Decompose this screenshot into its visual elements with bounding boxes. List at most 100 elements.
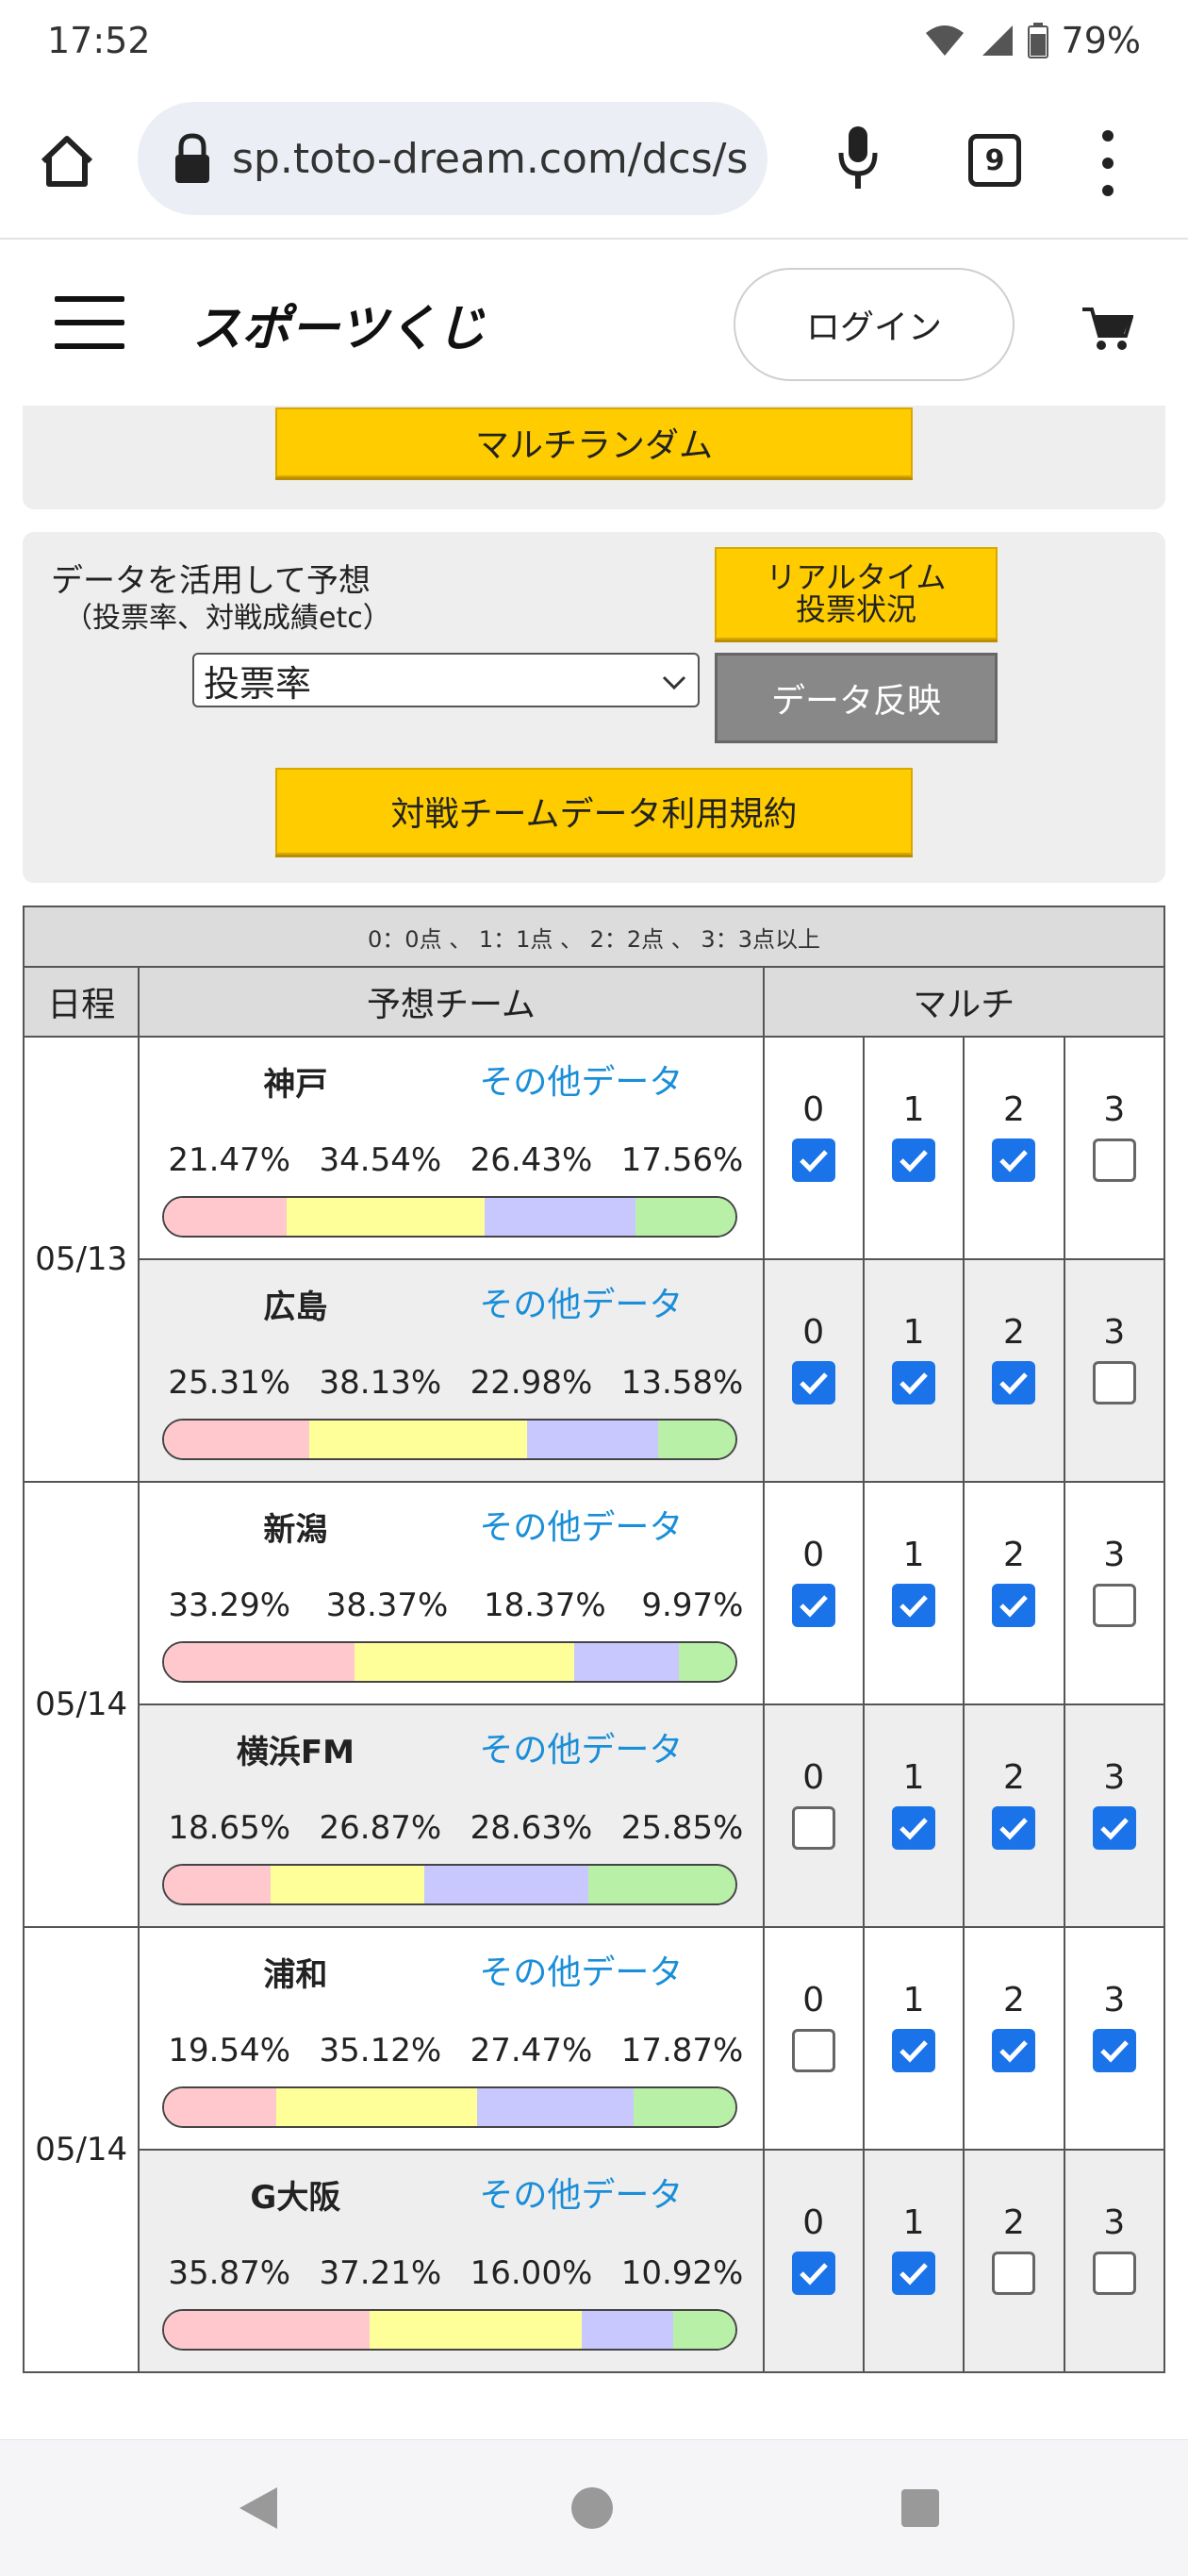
- score-label: 0: [802, 1758, 825, 1797]
- multi-checkbox-1[interactable]: [892, 2029, 936, 2072]
- score-label: 3: [1103, 1313, 1126, 1352]
- vote-percentages: 19.54% 35.12% 27.47% 17.87%: [168, 2032, 743, 2069]
- vote-percent-1: 34.54%: [319, 1141, 442, 1179]
- tab-switcher-button[interactable]: 9: [968, 134, 1021, 187]
- menu-dot-icon: [1102, 158, 1114, 169]
- multi-checkbox-2[interactable]: [992, 2029, 1036, 2072]
- browser-menu-button[interactable]: [1094, 130, 1122, 196]
- login-button[interactable]: ログイン: [734, 268, 1015, 381]
- check-icon: [899, 2263, 928, 2285]
- multi-cell: 2: [963, 1481, 1065, 1705]
- other-data-link[interactable]: その他データ: [479, 1500, 683, 1549]
- multi-checkbox-0[interactable]: [791, 2252, 835, 2295]
- multi-checkbox-1[interactable]: [892, 1584, 936, 1627]
- vote-share-segment-3: [635, 1198, 736, 1236]
- vote-share-segment-0: [164, 1866, 272, 1903]
- multi-checkbox-3[interactable]: [1092, 1361, 1136, 1404]
- team-name: 神戸: [263, 1066, 328, 1104]
- vote-share-segment-1: [355, 1643, 574, 1681]
- other-data-link[interactable]: その他データ: [479, 1277, 683, 1326]
- multi-checkbox-0[interactable]: [791, 1361, 835, 1404]
- home-circle-icon[interactable]: [571, 2487, 613, 2529]
- header-multi: マルチ: [762, 966, 1166, 1038]
- data-reflect-button[interactable]: データ反映: [715, 653, 998, 743]
- check-icon: [999, 1150, 1029, 1172]
- team-name: 新潟: [263, 1511, 328, 1549]
- vote-share-segment-3: [678, 1643, 736, 1681]
- multi-checkbox-2[interactable]: [992, 1138, 1036, 1182]
- back-icon[interactable]: [236, 2485, 279, 2531]
- realtime-status-button[interactable]: リアルタイム 投票状況: [715, 547, 998, 640]
- multi-cell: 0: [762, 1258, 865, 1483]
- other-data-link[interactable]: その他データ: [479, 1055, 683, 1104]
- vote-share-segment-1: [308, 1421, 527, 1458]
- score-label: 0: [802, 1090, 825, 1129]
- multi-random-button[interactable]: マルチランダム: [275, 407, 913, 477]
- home-button[interactable]: [34, 128, 100, 194]
- vote-share-segment-3: [673, 2311, 736, 2349]
- multi-checkbox-2[interactable]: [992, 1806, 1036, 1850]
- other-data-link[interactable]: その他データ: [479, 1945, 683, 1994]
- score-label: 2: [1002, 1536, 1025, 1574]
- recent-apps-icon[interactable]: [901, 2489, 939, 2527]
- multi-checkbox-2[interactable]: [992, 2252, 1036, 2295]
- other-data-link[interactable]: その他データ: [479, 1722, 683, 1771]
- battery-icon: [1027, 23, 1048, 58]
- match-table: 0：0点 、 1：1点 、 2：2点 、 3：3点以上 日程 予想チーム マルチ…: [22, 906, 1166, 2373]
- voice-search-button[interactable]: [830, 125, 886, 200]
- vote-percent-3: 10.92%: [620, 2254, 744, 2292]
- vote-percent-3: 9.97%: [641, 1587, 744, 1624]
- multi-checkbox-3[interactable]: [1092, 1584, 1136, 1627]
- vote-share-segment-3: [634, 2088, 736, 2126]
- multi-checkbox-1[interactable]: [892, 1806, 936, 1850]
- multi-cell: 1: [862, 1926, 965, 2151]
- multi-checkbox-1[interactable]: [892, 2252, 936, 2295]
- score-label: 1: [902, 1758, 925, 1797]
- vote-share-segment-0: [164, 1421, 309, 1458]
- multi-cell: 3: [1063, 1036, 1166, 1260]
- multi-checkbox-3[interactable]: [1092, 2029, 1136, 2072]
- team-name: 広島: [263, 1288, 328, 1326]
- multi-checkbox-3[interactable]: [1092, 1806, 1136, 1850]
- multi-checkbox-0[interactable]: [791, 1138, 835, 1182]
- multi-checkbox-3[interactable]: [1092, 2252, 1136, 2295]
- table-row: 05/14 浦和 その他データ 19.54% 35.12% 27.47% 17.87% 0 1 2…: [22, 1926, 1166, 2373]
- status-bar: 17:52 79%: [0, 0, 1188, 81]
- multi-checkbox-0[interactable]: [791, 2029, 835, 2072]
- multi-checkbox-1[interactable]: [892, 1361, 936, 1404]
- vote-percent-0: 25.31%: [168, 1364, 291, 1402]
- vote-share-segment-2: [476, 2088, 635, 2126]
- terms-button[interactable]: 対戦チームデータ利用規約: [275, 768, 913, 855]
- multi-cell: 1: [862, 2149, 965, 2373]
- multi-checkbox-2[interactable]: [992, 1584, 1036, 1627]
- multi-cell: 3: [1063, 1703, 1166, 1928]
- hamburger-menu-button[interactable]: [55, 296, 124, 349]
- multi-checkbox-0[interactable]: [791, 1806, 835, 1850]
- cart-icon[interactable]: [1081, 306, 1133, 353]
- check-icon: [999, 1595, 1029, 1618]
- vote-percent-2: 22.98%: [470, 1364, 593, 1402]
- site-header: スポーツくじ ログイン: [0, 240, 1188, 406]
- vote-percent-3: 17.56%: [620, 1141, 744, 1179]
- check-icon: [1100, 1818, 1129, 1840]
- vote-percentages: 18.65% 26.87% 28.63% 25.85%: [168, 1809, 743, 1847]
- address-bar[interactable]: sp.toto-dream.com/dcs/s: [138, 102, 767, 215]
- multi-checkbox-1[interactable]: [892, 1138, 936, 1182]
- score-label: 1: [902, 1090, 925, 1129]
- vote-share-bar: [162, 1864, 738, 1905]
- vote-percent-0: 19.54%: [168, 2032, 291, 2069]
- hamburger-line-icon: [55, 343, 124, 349]
- score-label: 3: [1103, 1090, 1126, 1129]
- multi-checkbox-0[interactable]: [791, 1584, 835, 1627]
- data-type-select[interactable]: 投票率: [192, 653, 700, 707]
- vote-percent-3: 17.87%: [620, 2032, 744, 2069]
- vote-percent-2: 27.47%: [470, 2032, 593, 2069]
- table-header: 日程 予想チーム マルチ: [22, 966, 1166, 1038]
- score-legend: 0：0点 、 1：1点 、 2：2点 、 3：3点以上: [23, 906, 1165, 968]
- site-logo[interactable]: スポーツくじ: [192, 292, 485, 358]
- multi-checkbox-3[interactable]: [1092, 1138, 1136, 1182]
- score-label: 2: [1002, 1313, 1025, 1352]
- score-label: 1: [902, 2203, 925, 2242]
- other-data-link[interactable]: その他データ: [479, 2168, 683, 2217]
- multi-checkbox-2[interactable]: [992, 1361, 1036, 1404]
